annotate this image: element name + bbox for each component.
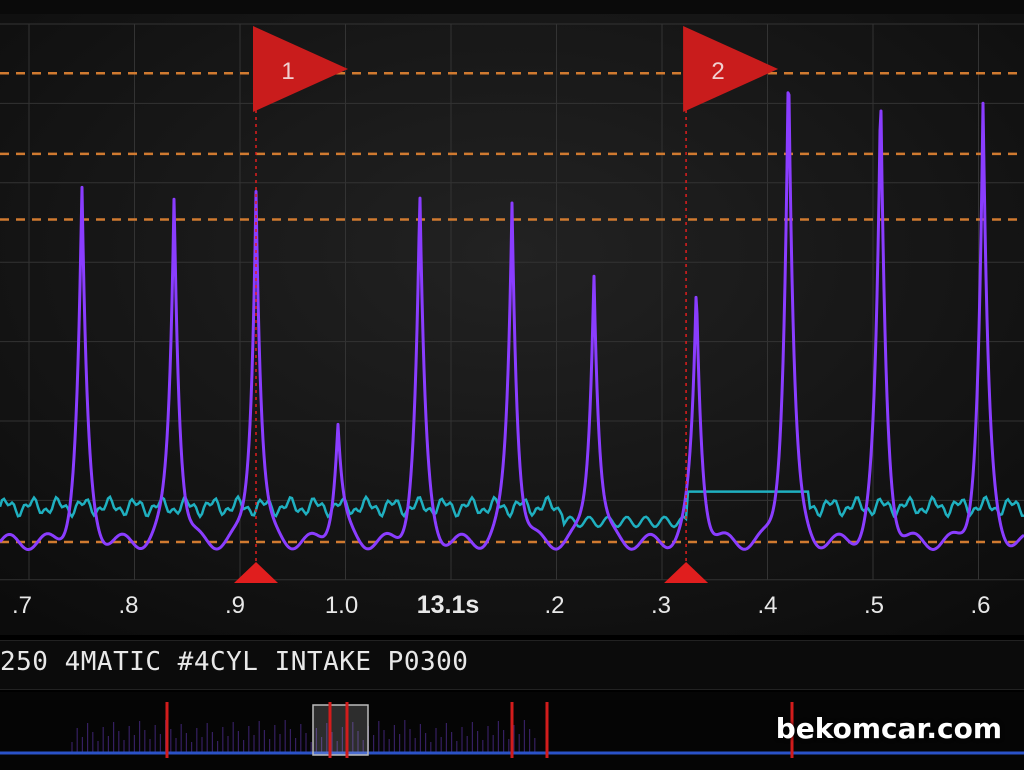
top-frame	[0, 0, 1024, 14]
overview-viewport[interactable]	[312, 704, 369, 756]
time-tick-label: 13.1s	[417, 591, 480, 619]
time-tick-label: .7	[12, 592, 32, 619]
oscilloscope-chart[interactable]: 1 2 .7 .8 .9 1.0 13.1s .2 .3 .4 .5 .6	[0, 0, 1024, 635]
time-tick-label: 1.0	[325, 592, 358, 619]
time-tick-label: .6	[970, 592, 990, 619]
cursor-label: 1	[281, 58, 294, 85]
chart-background	[0, 0, 1024, 635]
time-tick-label: .2	[544, 592, 564, 619]
session-title: 250 4MATIC #4CYL INTAKE P0300	[0, 647, 469, 677]
time-tick-label: .3	[651, 592, 671, 619]
time-tick-label: .5	[864, 592, 884, 619]
cursor-label: 2	[711, 58, 724, 85]
time-tick-label: .4	[757, 592, 777, 619]
session-title-bar: 250 4MATIC #4CYL INTAKE P0300	[0, 640, 1024, 690]
time-tick-label: .8	[118, 592, 138, 619]
watermark: bekomcar.com	[775, 712, 1002, 745]
time-tick-label: .9	[225, 592, 245, 619]
